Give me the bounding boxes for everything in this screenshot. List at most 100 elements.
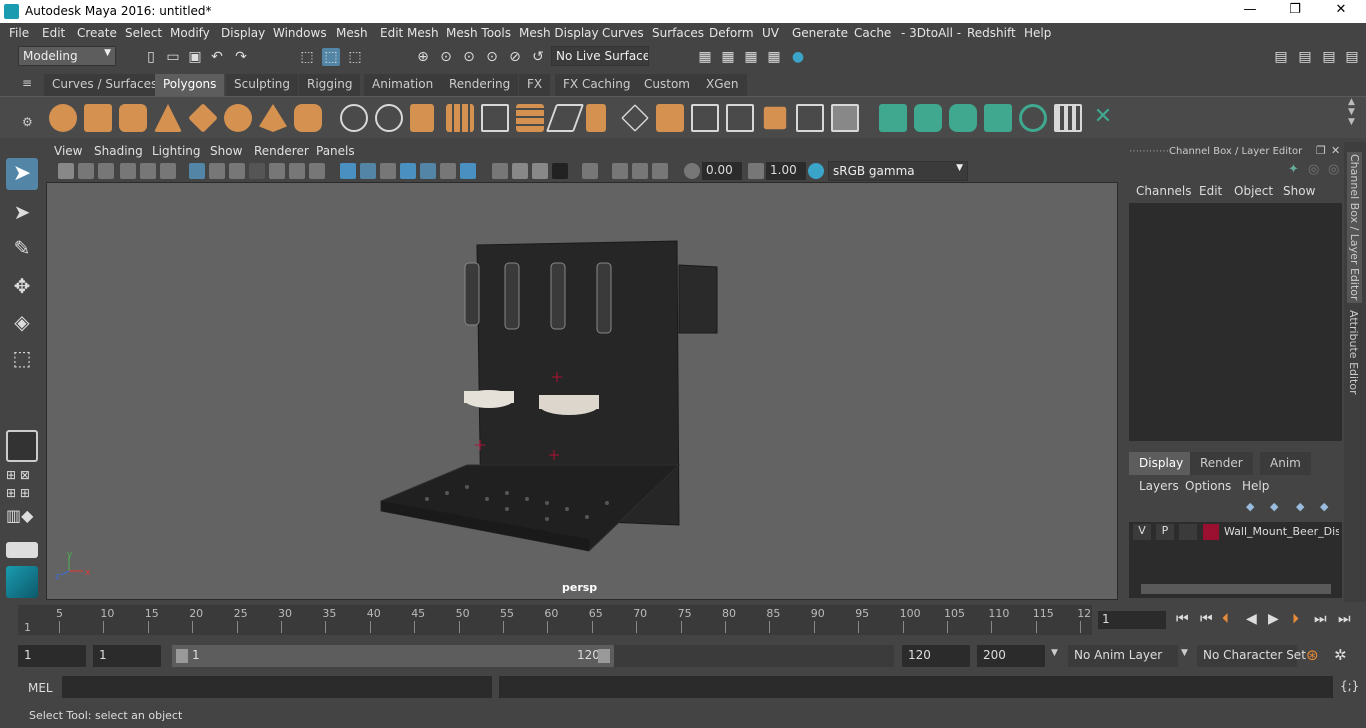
save-scene-icon[interactable]: ▣ — [186, 48, 204, 66]
rotate-tool-icon[interactable]: ◈ — [6, 306, 38, 338]
hypershade-icon[interactable]: ● — [789, 48, 807, 66]
menu-3dtoall[interactable]: - 3DtoAll - — [901, 26, 961, 40]
poly-cube-icon[interactable] — [84, 104, 112, 132]
textured-icon[interactable] — [420, 163, 436, 179]
snap-view-plane-icon[interactable]: ⊙ — [483, 48, 501, 66]
snap-point-icon[interactable]: ⊙ — [460, 48, 478, 66]
ipr-render-icon[interactable]: ▦ — [742, 48, 760, 66]
bridge-icon[interactable] — [545, 104, 585, 132]
bookmark-icon[interactable] — [98, 163, 114, 179]
gamma-icon[interactable] — [748, 163, 764, 179]
anim-layer-selector[interactable]: No Anim Layer — [1068, 645, 1178, 667]
two-view-layout-icon[interactable]: ⊞ ⊞ — [6, 486, 38, 504]
resolution-gate-icon[interactable] — [229, 163, 245, 179]
restore-button[interactable]: ❐ — [1285, 2, 1305, 20]
shadows-icon[interactable] — [460, 163, 476, 179]
custom-layout-icon[interactable] — [6, 542, 38, 558]
go-to-start-icon[interactable]: ⏮ — [1176, 611, 1189, 627]
safe-action-icon[interactable] — [289, 163, 305, 179]
range-end-handle[interactable] — [598, 649, 610, 663]
side-tab-channel-box[interactable]: Channel Box / Layer Editor — [1347, 152, 1362, 303]
menu-mesh-tools[interactable]: Mesh Tools — [446, 26, 511, 40]
move-layer-up-icon[interactable]: ◆ — [1246, 500, 1254, 513]
single-perspective-layout-icon[interactable] — [6, 430, 38, 462]
menu-help[interactable]: Help — [1024, 26, 1051, 40]
layer-visibility-toggle[interactable]: V — [1133, 524, 1151, 540]
tab-anim-layers[interactable]: Anim — [1260, 452, 1311, 475]
animation-start-field[interactable]: 1 — [18, 645, 86, 667]
select-hierarchy-icon[interactable]: ⬚ — [298, 48, 316, 66]
poly-plane-icon[interactable] — [188, 103, 218, 133]
layer-horizontal-scrollbar[interactable] — [1141, 584, 1331, 594]
cb-object-menu[interactable]: Object — [1234, 184, 1273, 198]
uv-cylindrical-icon[interactable] — [914, 104, 942, 132]
gate-mask-icon[interactable] — [249, 163, 265, 179]
new-scene-icon[interactable]: ▯ — [142, 48, 160, 66]
scale-tool-icon[interactable]: ⬚ — [6, 342, 38, 374]
append-polygon-icon[interactable] — [621, 104, 649, 132]
tab-curves-surfaces[interactable]: Curves / Surfaces — [44, 74, 166, 96]
perspective-viewport[interactable]: y x z persp — [46, 182, 1118, 600]
2d-pan-zoom-icon[interactable] — [140, 163, 156, 179]
render-settings-icon[interactable]: ▦ — [765, 48, 783, 66]
shelf-scroll-icon[interactable]: ▲ ▼ ▼ — [1348, 97, 1355, 127]
close-panel-icon[interactable]: ✕ — [1331, 144, 1340, 157]
motion-blur-icon[interactable] — [512, 163, 528, 179]
cb-show-menu[interactable]: Show — [1283, 184, 1315, 198]
playback-start-field[interactable]: 1 — [93, 645, 161, 667]
cb-edit-menu[interactable]: Edit — [1199, 184, 1222, 198]
fill-hole-icon[interactable] — [656, 104, 684, 132]
menu-modify[interactable]: Modify — [170, 26, 210, 40]
menu-cache[interactable]: Cache — [854, 26, 891, 40]
side-tab-attribute-editor[interactable]: Attribute Editor — [1347, 310, 1360, 395]
layer-name[interactable]: Wall_Mount_Beer_Disp — [1224, 525, 1339, 538]
use-all-lights-icon[interactable] — [440, 163, 456, 179]
step-back-key-icon[interactable]: ⏮ — [1200, 611, 1213, 627]
poly-pyramid-icon[interactable] — [259, 104, 287, 132]
render-view-icon[interactable]: ▦ — [696, 48, 714, 66]
merge-icon[interactable] — [763, 106, 787, 130]
grid-icon[interactable] — [189, 163, 205, 179]
mirror-icon[interactable] — [410, 104, 434, 132]
chevron-down-icon[interactable]: ▼ — [1181, 648, 1188, 658]
exposure-icon[interactable] — [684, 163, 700, 179]
tab-custom[interactable]: Custom — [636, 74, 698, 96]
float-panel-icon[interactable]: ❐ — [1316, 144, 1326, 157]
uv-automatic-icon[interactable] — [984, 104, 1012, 132]
uv-unfold-icon[interactable] — [1019, 104, 1047, 132]
field-chart-icon[interactable] — [269, 163, 285, 179]
menu-edit-mesh[interactable]: Edit Mesh — [380, 26, 439, 40]
layer-help-menu[interactable]: Help — [1242, 479, 1269, 493]
close-button[interactable]: ✕ — [1331, 2, 1351, 20]
menu-curves[interactable]: Curves — [602, 26, 644, 40]
tab-polygons[interactable]: Polygons — [155, 74, 225, 96]
layers-menu[interactable]: Layers — [1139, 479, 1179, 493]
menu-mesh-display[interactable]: Mesh Display — [519, 26, 599, 40]
viewport-menu-show[interactable]: Show — [210, 144, 242, 158]
shelf-settings-icon[interactable]: ⚙ — [22, 115, 33, 129]
select-tool-icon[interactable]: ➤ — [6, 158, 38, 190]
bevel-icon[interactable] — [586, 104, 606, 132]
menu-windows[interactable]: Windows — [273, 26, 327, 40]
tab-xgen[interactable]: XGen — [698, 74, 747, 96]
collapse-icon[interactable] — [831, 104, 859, 132]
menu-display[interactable]: Display — [221, 26, 265, 40]
animation-end-field[interactable]: 200 — [977, 645, 1045, 667]
character-set-selector[interactable]: No Character Set — [1197, 645, 1306, 667]
layer-display-type-toggle[interactable] — [1179, 524, 1197, 540]
minimize-button[interactable]: — — [1240, 2, 1260, 20]
step-back-frame-icon[interactable]: ⏴ — [1222, 611, 1229, 627]
undo-icon[interactable]: ↶ — [208, 48, 226, 66]
script-editor-icon[interactable]: {;} — [1340, 679, 1359, 693]
screen-space-ao-icon[interactable] — [492, 163, 508, 179]
viewport-menu-panels[interactable]: Panels — [316, 144, 355, 158]
toggle-channel-box-icon[interactable]: ▤ — [1343, 48, 1361, 66]
open-scene-icon[interactable]: ▭ — [164, 48, 182, 66]
move-tool-icon[interactable]: ✥ — [6, 270, 38, 302]
range-bar[interactable]: 1 120 — [172, 645, 614, 667]
menu-surfaces[interactable]: Surfaces — [652, 26, 704, 40]
viewport-menu-view[interactable]: View — [54, 144, 82, 158]
tab-fx-caching[interactable]: FX Caching — [555, 74, 639, 96]
menu-generate[interactable]: Generate — [792, 26, 848, 40]
camera-attributes-icon[interactable] — [78, 163, 94, 179]
